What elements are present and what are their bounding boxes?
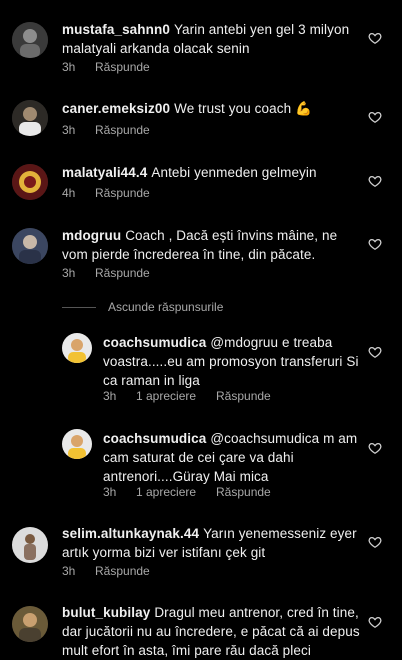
avatar[interactable]	[12, 164, 48, 200]
comment-text: malatyali44.4 Antebi yenmeden gelmeyin	[62, 163, 362, 182]
heart-outline-icon[interactable]	[368, 345, 382, 359]
avatar[interactable]	[62, 429, 92, 459]
comment-time: 3h	[103, 389, 117, 403]
comment-text: mustafa_sahnn0 Yarin antebi yen gel 3 mil…	[62, 20, 362, 58]
avatar[interactable]	[12, 527, 48, 563]
comment-time: 4h	[62, 186, 76, 200]
reply-button[interactable]: Răspunde	[216, 389, 271, 403]
heart-outline-icon[interactable]	[368, 237, 382, 251]
comment-body: We trust you coach 💪	[174, 101, 312, 116]
comment-meta: 4h Răspunde	[62, 186, 150, 200]
comment-username[interactable]: malatyali44.4	[62, 165, 147, 180]
heart-outline-icon[interactable]	[368, 31, 382, 45]
comment-meta: 3h Răspunde	[62, 60, 150, 74]
avatar[interactable]	[12, 606, 48, 642]
avatar[interactable]	[62, 333, 92, 363]
avatar[interactable]	[12, 22, 48, 58]
comment-meta: 3h Răspunde	[62, 266, 150, 280]
reply-button[interactable]: Răspunde	[95, 60, 150, 74]
comment-username[interactable]: mdogruu	[62, 228, 121, 243]
avatar[interactable]	[12, 228, 48, 264]
comment-time: 3h	[103, 485, 117, 499]
reply-button[interactable]: Răspunde	[216, 485, 271, 499]
comment-meta: 3h 1 apreciere Răspunde	[103, 485, 271, 499]
hide-replies-button[interactable]: Ascunde răspunsurile	[62, 298, 223, 316]
comment-text: selim.altunkaynak.44 Yarın yenemesseniz e…	[62, 524, 362, 562]
comment-username[interactable]: coachsumudica	[103, 335, 206, 350]
comment-meta: 3h Răspunde	[62, 564, 150, 578]
comment-text: bulut_kubilay Dragul meu antrenor, cred î…	[62, 603, 362, 660]
comment-username[interactable]: coachsumudica	[103, 431, 206, 446]
comment-body: Antebi yenmeden gelmeyin	[151, 165, 317, 180]
comment-username[interactable]: selim.altunkaynak.44	[62, 526, 199, 541]
reply-button[interactable]: Răspunde	[95, 123, 150, 137]
comment-meta: 3h Răspunde	[62, 123, 150, 137]
divider	[62, 306, 96, 308]
comment-username[interactable]: bulut_kubilay	[62, 605, 150, 620]
comment-text: caner.emeksiz00 We trust you coach 💪	[62, 99, 362, 118]
heart-outline-icon[interactable]	[368, 441, 382, 455]
comment-meta: 3h 1 apreciere Răspunde	[103, 389, 271, 403]
comment-text: mdogruu Coach , Dacă ești învins mâine, n…	[62, 226, 362, 264]
heart-outline-icon[interactable]	[368, 174, 382, 188]
likes-count[interactable]: 1 apreciere	[136, 389, 216, 403]
avatar[interactable]	[12, 100, 48, 136]
heart-outline-icon[interactable]	[368, 110, 382, 124]
comment-username[interactable]: mustafa_sahnn0	[62, 22, 170, 37]
heart-outline-icon[interactable]	[368, 535, 382, 549]
reply-button[interactable]: Răspunde	[95, 266, 150, 280]
comment-time: 3h	[62, 123, 76, 137]
reply-button[interactable]: Răspunde	[95, 186, 150, 200]
comment-text: coachsumudica @coachsumudica m am cam sat…	[103, 429, 363, 486]
comment-time: 3h	[62, 564, 76, 578]
reply-button[interactable]: Răspunde	[95, 564, 150, 578]
likes-count[interactable]: 1 apreciere	[136, 485, 216, 499]
comment-time: 3h	[62, 266, 76, 280]
comment-time: 3h	[62, 60, 76, 74]
comment-text: coachsumudica @mdogruu e treaba voastra..…	[103, 333, 363, 390]
comment-username[interactable]: caner.emeksiz00	[62, 101, 170, 116]
hide-replies-label: Ascunde răspunsurile	[108, 300, 224, 314]
heart-outline-icon[interactable]	[368, 615, 382, 629]
